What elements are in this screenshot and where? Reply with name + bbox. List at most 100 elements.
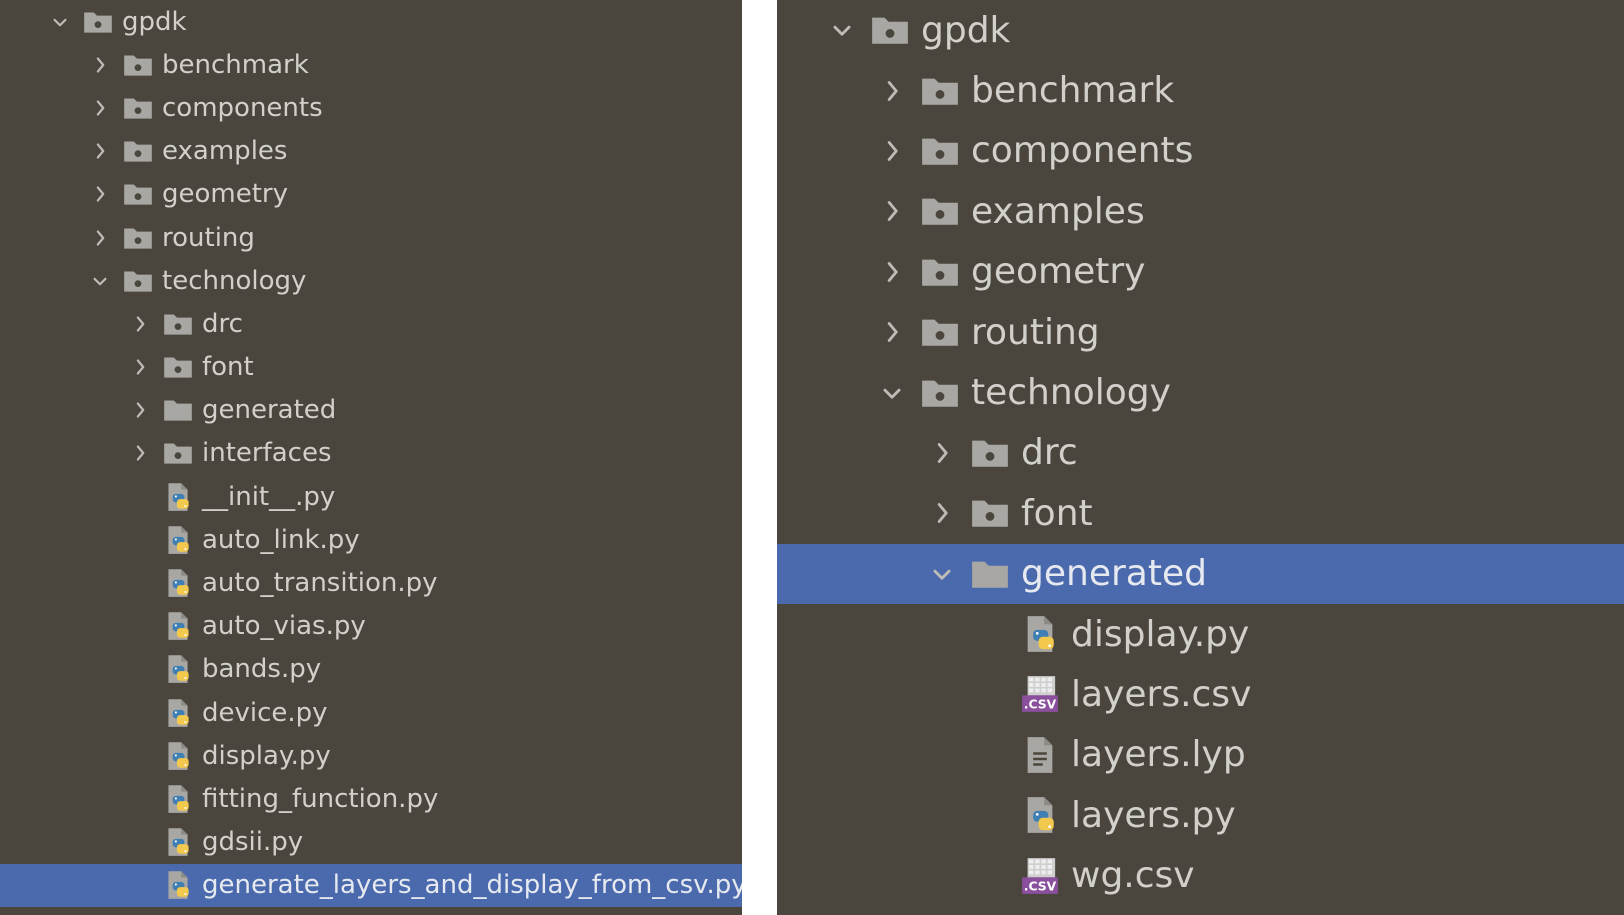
tree-file-row[interactable]: device.py: [0, 691, 742, 734]
chevron-right-icon[interactable]: [80, 45, 120, 85]
tree-file-row[interactable]: layers.lyp: [777, 725, 1624, 785]
tree-item-label: components: [162, 92, 323, 123]
tree-item-label: layers.lyp: [1071, 734, 1246, 776]
chevron-right-icon[interactable]: [120, 304, 160, 344]
tree-item-label: font: [202, 352, 254, 383]
tree-file-row[interactable]: generate_layers_and_display_from_csv.py: [0, 863, 742, 907]
tree-folder-row[interactable]: technology: [0, 259, 742, 302]
chevron-right-icon[interactable]: [80, 131, 120, 171]
tree-folder-row[interactable]: gpdk: [777, 0, 1624, 60]
arrow-spacer: [967, 851, 1017, 901]
tree-item-label: generated: [202, 395, 337, 426]
tree-folder-row[interactable]: examples: [0, 130, 742, 173]
chevron-right-icon[interactable]: [80, 218, 120, 258]
tree-item-label: drc: [202, 308, 243, 339]
chevron-right-icon[interactable]: [867, 126, 917, 176]
tree-list: gpdk benchmark components examples geometry r…: [777, 0, 1624, 906]
tree-file-row[interactable]: auto_transition.py: [0, 561, 742, 604]
plain-folder-icon: [967, 551, 1013, 597]
tree-folder-row[interactable]: generated: [777, 543, 1624, 604]
python-file-icon: [160, 651, 196, 687]
chevron-down-icon[interactable]: [80, 261, 120, 301]
chevron-right-icon[interactable]: [867, 66, 917, 116]
folder-icon: [120, 220, 156, 256]
tree-item-label: geometry: [971, 251, 1146, 293]
tree-file-row[interactable]: __init__.py: [0, 475, 742, 518]
tree-item-label: display.py: [1071, 613, 1250, 655]
folder-icon: [160, 306, 196, 342]
tree-item-label: auto_vias.py: [202, 611, 366, 642]
folder-icon: [120, 176, 156, 212]
tree-folder-row[interactable]: examples: [777, 181, 1624, 241]
tree-item-label: generate_layers_and_display_from_csv.py: [202, 870, 742, 901]
tree-folder-row[interactable]: benchmark: [777, 60, 1624, 120]
tree-folder-row[interactable]: components: [0, 86, 742, 129]
chevron-right-icon[interactable]: [917, 488, 967, 538]
chevron-down-icon[interactable]: [40, 2, 80, 42]
tree-folder-row[interactable]: drc: [0, 302, 742, 345]
arrow-spacer: [967, 609, 1017, 659]
tree-folder-row[interactable]: geometry: [0, 173, 742, 216]
chevron-right-icon[interactable]: [120, 347, 160, 387]
tree-folder-row[interactable]: benchmark: [0, 43, 742, 86]
arrow-spacer: [967, 730, 1017, 780]
folder-icon: [917, 309, 963, 355]
python-file-icon: [160, 565, 196, 601]
tree-folder-row[interactable]: font: [777, 483, 1624, 543]
chevron-down-icon[interactable]: [817, 5, 867, 55]
python-file-icon: [1017, 611, 1063, 657]
arrow-spacer: [120, 693, 160, 733]
tree-file-row[interactable]: gdsii.py: [0, 821, 742, 864]
chevron-right-icon[interactable]: [120, 433, 160, 473]
tree-folder-row[interactable]: routing: [0, 216, 742, 259]
tree-item-label: routing: [162, 222, 255, 253]
folder-icon: [160, 349, 196, 385]
tree-folder-row[interactable]: drc: [777, 423, 1624, 483]
chevron-down-icon[interactable]: [917, 549, 967, 599]
folder-icon: [867, 7, 913, 53]
tree-item-label: gpdk: [122, 6, 187, 37]
python-file-icon: [160, 824, 196, 860]
tree-item-label: display.py: [202, 740, 331, 771]
tree-file-row[interactable]: .CSV layers.csv: [777, 664, 1624, 724]
tree-item-label: drc: [1021, 432, 1078, 474]
python-file-icon: [160, 479, 196, 515]
folder-icon: [80, 4, 116, 40]
tree-file-row[interactable]: display.py: [0, 734, 742, 777]
chevron-right-icon[interactable]: [867, 307, 917, 357]
tree-file-row[interactable]: .CSV wg.csv: [777, 845, 1624, 905]
chevron-right-icon[interactable]: [867, 247, 917, 297]
chevron-right-icon[interactable]: [917, 428, 967, 478]
tree-file-row[interactable]: display.py: [777, 604, 1624, 664]
tree-file-row[interactable]: layers.py: [777, 785, 1624, 845]
chevron-right-icon[interactable]: [120, 390, 160, 430]
tree-file-row[interactable]: auto_link.py: [0, 518, 742, 561]
tree-item-label: auto_link.py: [202, 524, 360, 555]
chevron-down-icon[interactable]: [867, 368, 917, 418]
tree-folder-row[interactable]: gpdk: [0, 0, 742, 43]
tree-item-label: geometry: [162, 179, 289, 210]
tree-item-label: bands.py: [202, 654, 322, 685]
csv-file-icon: .CSV: [1017, 853, 1063, 899]
tree-item-label: font: [1021, 492, 1093, 534]
tree-file-row[interactable]: auto_vias.py: [0, 605, 742, 648]
tree-folder-row[interactable]: font: [0, 346, 742, 389]
tree-folder-row[interactable]: interfaces: [0, 432, 742, 475]
tree-file-row[interactable]: fitting_function.py: [0, 777, 742, 820]
folder-icon: [120, 133, 156, 169]
project-tree-right: gpdk benchmark components examples geometry r…: [777, 0, 1624, 915]
tree-folder-row[interactable]: geometry: [777, 242, 1624, 302]
tree-file-row[interactable]: bands.py: [0, 648, 742, 691]
tree-folder-row[interactable]: routing: [777, 302, 1624, 362]
svg-text:.CSV: .CSV: [1024, 879, 1057, 893]
tree-folder-row[interactable]: technology: [777, 362, 1624, 422]
chevron-right-icon[interactable]: [80, 88, 120, 128]
tree-folder-row[interactable]: components: [777, 121, 1624, 181]
tree-item-label: benchmark: [162, 49, 309, 80]
text-file-icon: [1017, 732, 1063, 778]
chevron-right-icon[interactable]: [80, 174, 120, 214]
folder-icon: [120, 47, 156, 83]
tree-item-label: fitting_function.py: [202, 783, 439, 814]
chevron-right-icon[interactable]: [867, 186, 917, 236]
tree-folder-row[interactable]: generated: [0, 389, 742, 432]
